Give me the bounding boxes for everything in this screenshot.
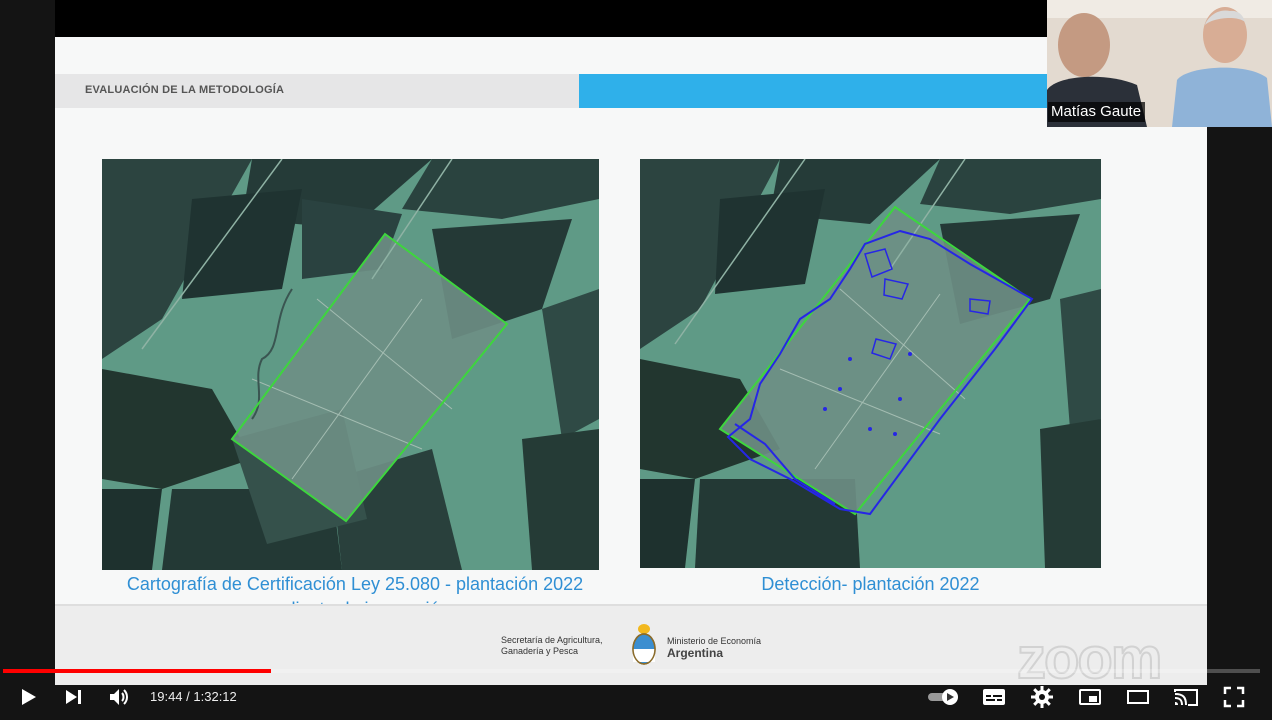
- play-button[interactable]: [10, 680, 46, 720]
- participant-camera-thumbnail: Matías Gaute: [1047, 0, 1272, 127]
- ministerio-line2: Argentina: [667, 646, 724, 660]
- argentina-coat-of-arms-icon: [629, 623, 659, 667]
- section-title: EVALUACIÓN DE LA METODOLOGÍA: [85, 84, 285, 96]
- play-icon: [22, 689, 36, 705]
- secretaria-logo-text: Secretaría de Agricultura, Ganadería y P…: [501, 635, 603, 657]
- slide-top-border: [55, 0, 1207, 37]
- fullscreen-icon: [1223, 686, 1245, 708]
- subtitles-icon: [983, 689, 1005, 705]
- next-button[interactable]: [55, 680, 91, 720]
- theater-mode-button[interactable]: [1120, 680, 1156, 720]
- seek-bar-played: [3, 669, 271, 673]
- subtitles-button[interactable]: [976, 680, 1012, 720]
- volume-icon: [110, 689, 128, 705]
- caption-detection: Detección- plantación 2022: [761, 574, 980, 594]
- autoplay-toggle[interactable]: [924, 680, 964, 720]
- satellite-map-detection: [640, 159, 1101, 568]
- cast-icon: [1174, 689, 1198, 706]
- settings-button[interactable]: [1024, 680, 1060, 720]
- video-player[interactable]: EVALUACIÓN DE LA METODOLOGÍA Cartografía…: [0, 0, 1272, 720]
- cast-button[interactable]: [1168, 680, 1204, 720]
- fullscreen-button[interactable]: [1216, 680, 1252, 720]
- player-controls: 19:44 / 1:32:12: [0, 680, 1272, 720]
- autoplay-toggle-icon: [928, 689, 958, 705]
- video-frame[interactable]: EVALUACIÓN DE LA METODOLOGÍA Cartografía…: [0, 0, 1272, 720]
- participant-name-label: Matías Gaute: [1048, 102, 1146, 122]
- presentation-slide: EVALUACIÓN DE LA METODOLOGÍA Cartografía…: [55, 37, 1207, 692]
- theater-mode-icon: [1127, 690, 1149, 704]
- miniplayer-icon: [1079, 689, 1101, 705]
- current-time: 19:44: [150, 689, 183, 704]
- duration: 1:32:12: [193, 689, 237, 704]
- header-gray-band: EVALUACIÓN DE LA METODOLOGÍA: [55, 74, 579, 108]
- time-display: 19:44 / 1:32:12: [150, 680, 237, 720]
- secretaria-line1: Secretaría de Agricultura,: [501, 635, 603, 645]
- next-icon: [66, 690, 81, 704]
- gear-icon: [1031, 686, 1053, 708]
- ministerio-logo-text: Ministerio de Economía Argentina: [667, 635, 761, 659]
- satellite-map-certification: [102, 159, 599, 570]
- secretaria-line2: Ganadería y Pesca: [501, 646, 579, 656]
- slide-header: EVALUACIÓN DE LA METODOLOGÍA: [55, 74, 1207, 108]
- miniplayer-button[interactable]: [1072, 680, 1108, 720]
- mute-button[interactable]: [101, 680, 137, 720]
- seek-bar[interactable]: [3, 669, 1260, 673]
- caption-certification-line1: Cartografía de Certificación Ley 25.080 …: [126, 574, 584, 594]
- time-separator: /: [182, 689, 194, 704]
